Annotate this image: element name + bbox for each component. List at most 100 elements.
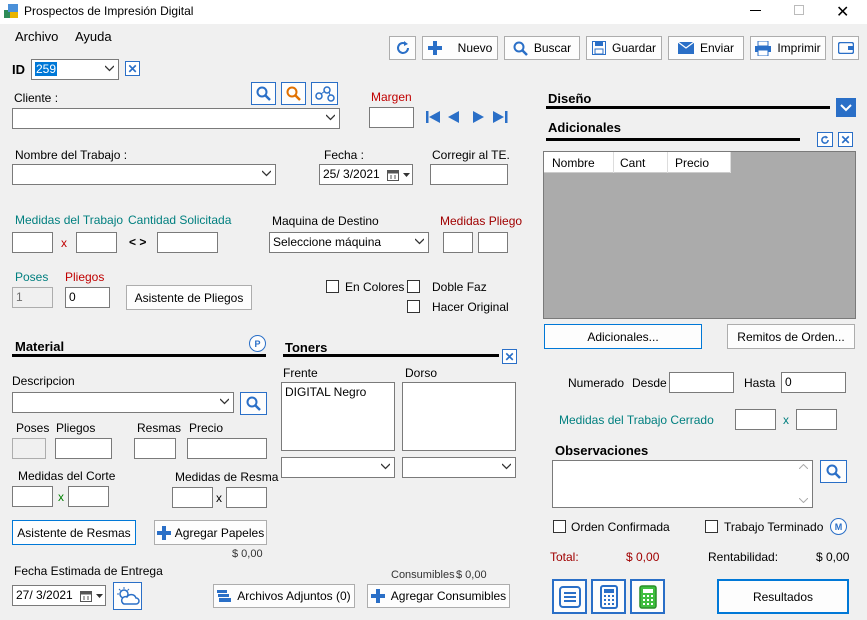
frente-list[interactable]: DIGITAL Negro [281,382,395,451]
cliente-combo[interactable] [12,108,340,129]
material-resmas-input[interactable] [134,438,176,459]
weather-button[interactable] [113,582,142,610]
scroll-up-icon [799,464,808,469]
asistente-pliegos-button[interactable]: Asistente de Pliegos [126,285,252,310]
menu-ayuda[interactable]: Ayuda [75,29,112,44]
guardar-label: Guardar [611,41,657,55]
nav-prev-icon[interactable] [448,110,460,124]
nav-next-icon[interactable] [472,110,484,124]
diseno-divider [546,106,830,109]
material-pliegos-input[interactable] [55,438,112,459]
close-window-icon[interactable]: ✕ [836,2,849,22]
remitos-button[interactable]: Remitos de Orden... [727,324,855,349]
cerrado-ancho-input[interactable] [735,409,776,430]
material-pliegos-label: Pliegos [56,421,96,435]
chevron-down-icon [262,170,271,177]
medidas-trabajo-ancho[interactable] [12,232,53,253]
resma-ancho-input[interactable] [172,487,213,508]
adicionales-grid[interactable]: Nombre Cant Precio [543,151,856,319]
col-cant[interactable]: Cant [614,152,668,173]
medidas-trabajo-alto[interactable] [76,232,117,253]
medidas-pliego-ancho[interactable] [443,232,473,253]
trabajo-terminado-checkbox[interactable] [705,520,718,533]
frente-combo[interactable] [281,457,395,478]
nav-first-icon[interactable] [426,110,442,124]
agregar-consumibles-button[interactable]: Agregar Consumibles [367,584,510,608]
hasta-input[interactable]: 0 [781,372,846,393]
frente-item[interactable]: DIGITAL Negro [285,385,391,399]
agregar-papeles-button[interactable]: Agregar Papeles [154,520,267,545]
observaciones-scrollbar[interactable] [795,461,812,507]
toners-close-button[interactable]: ✕ [502,349,517,364]
adicionales-close-button[interactable]: ✕ [838,132,853,147]
m-button[interactable]: M [830,518,847,535]
resma-alto-input[interactable] [226,487,267,508]
margen-input[interactable] [369,107,414,128]
guardar-button[interactable]: Guardar [586,36,662,60]
nuevo-button[interactable]: Nuevo [422,36,498,60]
enviar-button[interactable]: Enviar [668,36,744,60]
observaciones-search-button[interactable] [820,460,847,483]
corte-ancho-input[interactable] [12,486,53,507]
adicionales-refresh-button[interactable] [817,132,833,147]
poses-input[interactable]: 1 [12,287,53,308]
minimize-icon[interactable] [750,10,761,11]
wallet-button[interactable] [832,36,859,60]
material-poses-label: Poses [16,421,50,435]
asistente-resmas-button[interactable]: Asistente de Resmas [12,520,136,545]
archivos-button[interactable]: Archivos Adjuntos (0) [213,584,355,608]
dorso-list[interactable] [402,382,516,451]
toners-divider [283,354,499,357]
refresh-button[interactable] [389,36,416,60]
col-precio[interactable]: Precio [668,152,731,173]
imprimir-button[interactable]: Imprimir [750,36,826,60]
descripcion-search-button[interactable] [240,392,267,415]
cerrado-alto-input[interactable] [796,409,837,430]
corte-alto-input[interactable] [68,486,109,507]
calculator-blue-button[interactable] [591,579,626,614]
fecha-picker[interactable]: 25/ 3/2021 [319,164,413,185]
diseno-expand-button[interactable] [836,98,856,117]
material-precio-input[interactable] [187,438,267,459]
files-icon [217,589,232,602]
cantidad-input[interactable] [157,232,218,253]
buscar-button[interactable]: Buscar [504,36,580,60]
entrega-picker[interactable]: 27/ 3/2021 [12,585,106,606]
desde-input[interactable] [669,372,734,393]
resultados-button[interactable]: Resultados [717,579,849,614]
cliente-search-alt-button[interactable] [281,82,306,105]
chevron-down-icon [326,114,335,121]
adicionales-button[interactable]: Adicionales... [544,324,702,349]
menu-archivo[interactable]: Archivo [15,29,58,44]
maximize-icon[interactable] [794,5,804,15]
col-nombre[interactable]: Nombre [544,152,614,173]
doble-faz-checkbox[interactable] [407,280,420,293]
calculator-green-button[interactable] [630,579,665,614]
material-poses-input[interactable] [12,438,46,459]
pliegos-input[interactable]: 0 [65,287,110,308]
corte-x: x [58,490,64,504]
id-clear-button[interactable]: ✕ [125,61,140,76]
medidas-pliego-alto[interactable] [478,232,508,253]
search-icon [256,86,271,101]
cliente-link-button[interactable] [311,82,338,105]
nav-last-icon[interactable] [492,110,508,124]
hacer-original-checkbox[interactable] [407,300,420,313]
descripcion-combo[interactable] [12,392,234,413]
trabajo-combo[interactable] [12,164,276,185]
en-colores-checkbox[interactable] [326,280,339,293]
cliente-search-button[interactable] [251,82,276,105]
hasta-label: Hasta [744,376,776,390]
id-combo[interactable]: 259 [31,59,119,80]
dorso-combo[interactable] [402,457,516,478]
material-p-button[interactable]: P [249,335,266,352]
adicionales-divider [546,138,800,141]
cantidad-nav[interactable]: < > [129,235,146,249]
observaciones-textarea[interactable] [552,460,813,508]
descripcion-label: Descripcion [12,374,75,388]
doble-faz-label: Doble Faz [432,280,487,294]
corregir-input[interactable] [430,164,508,185]
maquina-combo[interactable]: Seleccione máquina [269,232,429,253]
list-view-button[interactable] [552,579,587,614]
orden-confirmada-checkbox[interactable] [553,520,566,533]
